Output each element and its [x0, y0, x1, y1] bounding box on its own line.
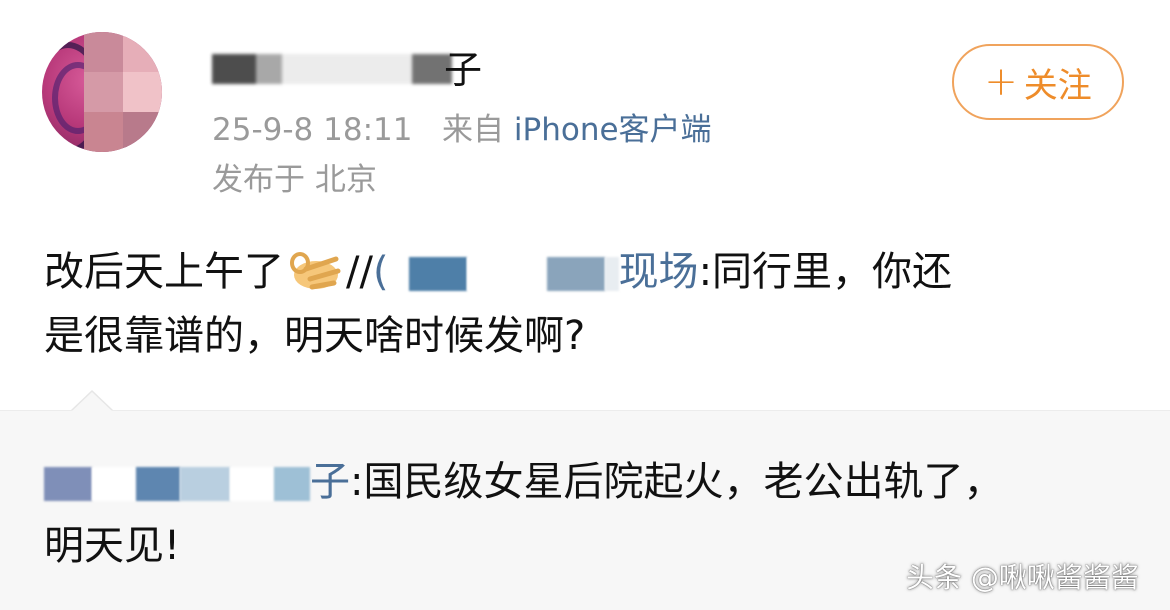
repost-text-line1: :同行里，你还	[698, 249, 953, 295]
post-text-main: 改后天上午了	[44, 249, 284, 295]
avatar[interactable]	[42, 32, 162, 152]
mention-visible-text: 现场	[618, 249, 699, 295]
follow-button[interactable]: + 关注	[952, 44, 1124, 120]
plus-icon: +	[984, 59, 1018, 105]
avatar-mosaic	[84, 32, 162, 152]
post-location: 发布于 北京	[212, 162, 377, 198]
follow-label: 关注	[1023, 65, 1092, 106]
username[interactable]: 子	[212, 38, 512, 98]
quoted-text-line2: 明天见!	[44, 523, 181, 569]
quoted-text-line1: :国民级女星后院起火，老公出轨了，	[350, 459, 1004, 505]
username-redacted	[212, 54, 452, 84]
quoted-mention-visible: 子	[310, 459, 350, 505]
ok-hand-emoji-icon	[290, 252, 341, 290]
mention-redacted	[408, 257, 467, 291]
source-client-link[interactable]: iPhone客户端	[514, 112, 712, 148]
quoted-mention[interactable]: 子	[44, 459, 350, 505]
watermark: 头条 @啾啾酱酱酱	[906, 561, 1139, 594]
quote-pointer	[72, 392, 112, 411]
repost-marker: //	[346, 249, 373, 295]
repost-text-line2: 是很靠谱的，明天啥时候发啊?	[44, 313, 586, 359]
post-timestamp: 25-9-8 18:11	[212, 112, 413, 148]
quoted-mention-redacted	[44, 467, 92, 501]
repost-mention[interactable]: (现场	[373, 249, 699, 295]
source-prefix: 来自	[442, 112, 505, 148]
weibo-post-card: 子 25-9-8 18:11 来自 iPhone客户端 发布于 北京 + 关注 …	[0, 0, 1170, 610]
post-meta: 25-9-8 18:11 来自 iPhone客户端	[212, 108, 712, 152]
username-visible-text: 子	[444, 48, 483, 92]
post-body: 改后天上午了 //(现场:同行里，你还 是很靠谱的，明天啥时候发啊?	[44, 240, 1134, 368]
